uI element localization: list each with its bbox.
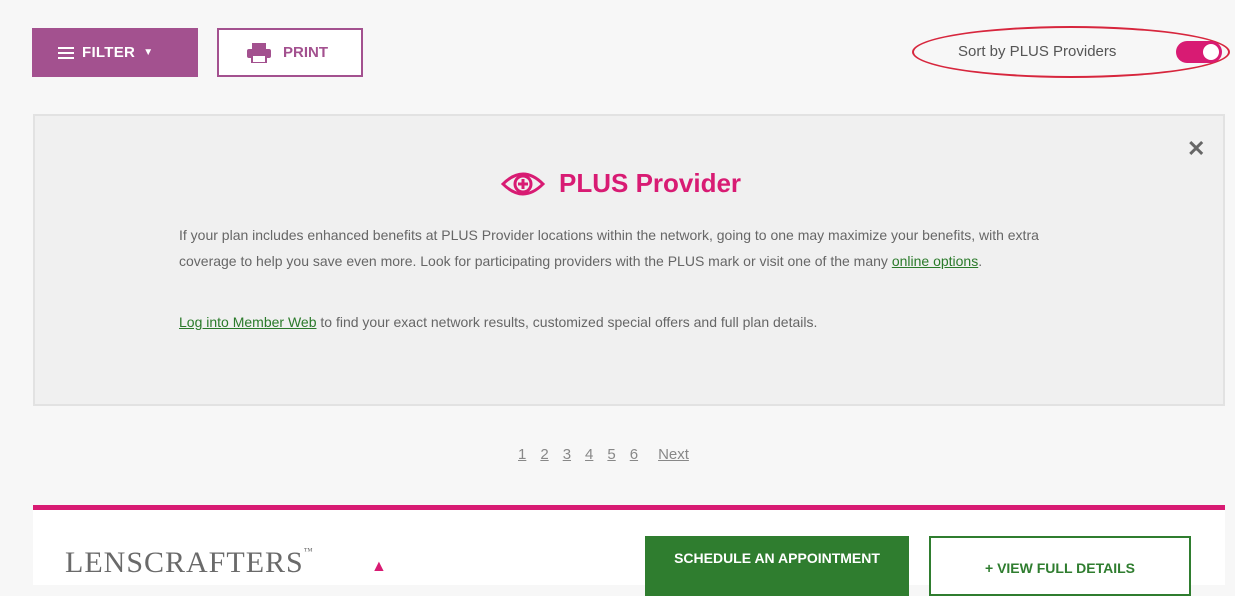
toggle-knob (1203, 44, 1219, 60)
page-link-1[interactable]: 1 (518, 446, 526, 463)
sort-plus-toggle[interactable] (1176, 41, 1222, 63)
filter-icon (58, 46, 74, 59)
trademark-mark: ™ (303, 546, 314, 556)
banner-login: Log into Member Web to find your exact n… (179, 314, 817, 330)
logo-text: LENSCRAFTERS (65, 546, 304, 579)
page-link-4[interactable]: 4 (585, 446, 593, 463)
banner-title-text: PLUS Provider (559, 168, 742, 198)
filter-button[interactable]: FILTER ▼ (32, 28, 198, 77)
filter-label: FILTER (82, 44, 136, 61)
next-page-link[interactable]: Next (658, 446, 689, 463)
banner-body: If your plan includes enhanced benefits … (179, 222, 1099, 274)
page-link-6[interactable]: 6 (630, 446, 638, 463)
member-web-link[interactable]: Log into Member Web (179, 314, 316, 330)
schedule-appointment-button[interactable]: SCHEDULE AN APPOINTMENT (645, 536, 909, 596)
sort-toggle-group: Sort by PLUS Providers (912, 26, 1230, 78)
print-button[interactable]: PRINT (217, 28, 363, 77)
close-icon[interactable]: ✕ (1187, 136, 1205, 162)
pagination: 1 2 3 4 5 6 Next (518, 446, 703, 463)
page-link-2[interactable]: 2 (540, 446, 548, 463)
toolbar: FILTER ▼ PRINT Sort by PLUS Providers (0, 0, 1235, 100)
banner-login-text: to find your exact network results, cust… (316, 314, 818, 330)
chevron-down-icon: ▼ (143, 47, 154, 58)
provider-result-card: LENSCRAFTERS™ ▲ SCHEDULE AN APPOINTMENT … (33, 505, 1225, 596)
page-link-3[interactable]: 3 (563, 446, 571, 463)
lenscrafters-logo: LENSCRAFTERS™ (65, 546, 314, 580)
banner-body-end: . (978, 253, 983, 269)
online-options-link[interactable]: online options (892, 253, 978, 269)
print-label: PRINT (283, 44, 328, 61)
eye-icon (501, 172, 545, 195)
sort-label: Sort by PLUS Providers (958, 43, 1117, 60)
view-full-details-button[interactable]: + VIEW FULL DETAILS (929, 536, 1191, 596)
banner-title: PLUS Provider (501, 168, 741, 199)
page-link-5[interactable]: 5 (607, 446, 615, 463)
plus-provider-banner: ✕ PLUS Provider If your plan includes en… (33, 114, 1225, 406)
chevron-up-icon[interactable]: ▲ (371, 558, 387, 576)
printer-icon (247, 42, 271, 63)
